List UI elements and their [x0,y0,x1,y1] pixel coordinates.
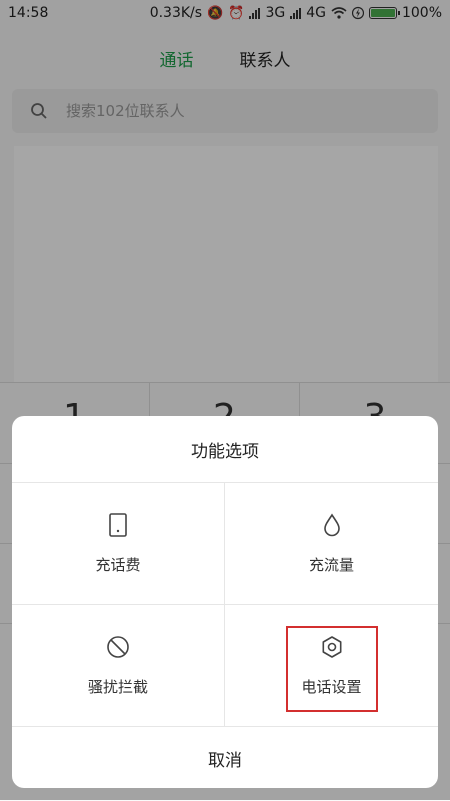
options-dialog: 功能选项 充话费 充流量 骚扰拦截 电话设置 取消 [12,416,438,788]
option-phone-settings[interactable]: 电话设置 [225,605,438,727]
option-recharge-phone[interactable]: 充话费 [12,483,225,605]
option-block-spam[interactable]: 骚扰拦截 [12,605,225,727]
cancel-button[interactable]: 取消 [12,727,438,788]
options-grid: 充话费 充流量 骚扰拦截 电话设置 [12,483,438,727]
option-label: 充话费 [95,556,141,574]
option-label: 充流量 [308,556,354,574]
dialog-title: 功能选项 [12,416,438,483]
gear-icon [319,634,345,660]
block-icon [105,634,131,660]
option-label: 骚扰拦截 [87,678,148,696]
option-label: 电话设置 [301,678,362,696]
option-recharge-data[interactable]: 充流量 [225,483,438,605]
phone-icon [105,512,131,538]
water-drop-icon [319,512,345,538]
